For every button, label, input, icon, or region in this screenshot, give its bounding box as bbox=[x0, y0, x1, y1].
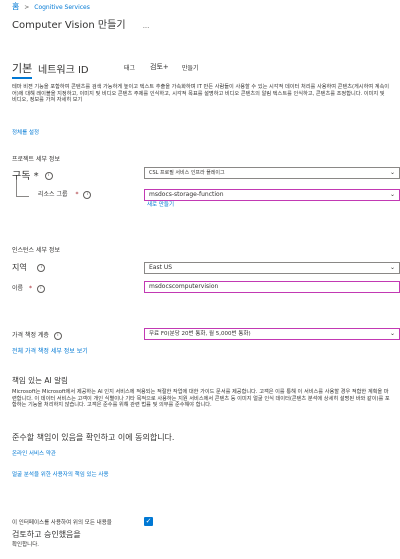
online-services-terms-link[interactable]: 온라인 서비스 약관 bbox=[12, 451, 56, 458]
tab-bar: 기본 네트워크 ID 태그 검토+ 만들기 bbox=[12, 60, 400, 79]
info-icon[interactable]: i bbox=[36, 284, 45, 293]
chevron-down-icon: ⌄ bbox=[389, 191, 395, 198]
required-asterisk: * bbox=[28, 285, 32, 292]
info-icon[interactable]: i bbox=[44, 172, 53, 180]
responsible-ai-body: Microsoft는 Microsoft에서 제공하는 AI 인지 서비스에 적… bbox=[12, 389, 390, 409]
breadcrumb-separator: > bbox=[24, 4, 30, 11]
name-label-row: 이름 * i bbox=[12, 283, 45, 293]
subscription-select[interactable]: CSL 프로필 서비스 인프라 플레이그 ⌄ bbox=[144, 167, 400, 179]
breadcrumb: 홈 > Cognitive Services bbox=[12, 3, 90, 12]
chevron-down-icon: ⌄ bbox=[389, 169, 395, 176]
tab-tags[interactable]: 태그 bbox=[124, 63, 135, 72]
name-input[interactable]: msdocscomputervision bbox=[144, 281, 400, 293]
more-options-button[interactable]: ... bbox=[143, 22, 150, 30]
region-label-row: 지역 i bbox=[12, 262, 46, 273]
resource-group-value: msdocs-storage-function bbox=[149, 191, 224, 198]
chevron-down-icon: ⌄ bbox=[389, 330, 395, 337]
page-title: Computer Vision 만들기 ... bbox=[12, 16, 149, 31]
region-value: East US bbox=[149, 264, 173, 271]
info-icon[interactable]: i bbox=[53, 331, 62, 340]
resource-group-label: 리소스 그룹 bbox=[38, 191, 68, 198]
tab-create[interactable]: 만들기 bbox=[182, 63, 199, 72]
pricing-tier-value: 무료 F0(분당 20번 통화, 월 5,000번 통화) bbox=[149, 331, 251, 337]
project-details-heading: 프로젝트 세부 정보 bbox=[12, 156, 60, 163]
acknowledgement-line3: 확인합니다. bbox=[12, 542, 40, 548]
region-label: 지역 bbox=[12, 263, 27, 272]
region-select[interactable]: East US ⌄ bbox=[144, 262, 400, 274]
acknowledgement-line1: 이 인터페이스를 사용하여 위의 모든 내용을 bbox=[12, 520, 112, 526]
tab-network-id[interactable]: 네트워크 ID bbox=[38, 61, 89, 76]
pricing-tier-label: 가격 책정 계층 bbox=[12, 332, 49, 339]
checkmark-icon: ✓ bbox=[145, 517, 152, 525]
acknowledgement-line2: 검토하고 승인했음을 bbox=[12, 530, 81, 539]
required-asterisk: * bbox=[75, 191, 79, 198]
tab-basics[interactable]: 기본 bbox=[12, 60, 33, 79]
chevron-down-icon: ⌄ bbox=[389, 264, 395, 271]
learn-more-link[interactable]: 정체를 설정 bbox=[12, 130, 39, 137]
breadcrumb-home[interactable]: 홈 bbox=[12, 2, 19, 11]
create-new-resource-group-link[interactable]: 새로 만들기 bbox=[147, 202, 174, 209]
resource-group-select[interactable]: msdocs-storage-function ⌄ bbox=[144, 189, 400, 201]
name-label: 이름 bbox=[12, 285, 24, 292]
tree-connector bbox=[16, 180, 29, 197]
instance-details-heading: 인스턴스 세부 정보 bbox=[12, 247, 60, 254]
name-value: msdocscomputervision bbox=[149, 283, 219, 290]
pricing-tier-label-row: 가격 책정 계층 i bbox=[12, 330, 62, 340]
pricing-tier-select[interactable]: 무료 F0(분당 20번 통화, 월 5,000번 통화) ⌄ bbox=[144, 328, 400, 340]
view-pricing-details-link[interactable]: 전체 가격 책정 세부 정보 보기 bbox=[12, 348, 88, 356]
subscription-value: CSL 프로필 서비스 인프라 플레이그 bbox=[149, 170, 225, 176]
acknowledgement-checkbox[interactable]: ✓ bbox=[144, 517, 153, 526]
breadcrumb-cognitive-services[interactable]: Cognitive Services bbox=[34, 4, 90, 11]
info-icon[interactable]: i bbox=[83, 190, 92, 199]
tab-review[interactable]: 검토+ bbox=[150, 62, 169, 72]
responsible-ai-agreement: 준수할 책임이 있음을 확인하고 이에 동의합니다. bbox=[12, 433, 175, 442]
resource-group-label-row: 리소스 그룹 * i bbox=[38, 189, 92, 199]
info-icon[interactable]: i bbox=[37, 263, 46, 272]
responsible-use-face-link[interactable]: 얼굴 분석을 위한 사용자의 책임 있는 사용 bbox=[12, 472, 109, 479]
intro-description: 테마 비젼 기능을 포함하여 콘텐츠를 검색 가능하게 높이고 텍스트 추출을 … bbox=[12, 84, 390, 104]
page-title-text: Computer Vision 만들기 bbox=[12, 20, 126, 31]
responsible-ai-heading: 책임 있는 AI 알림 bbox=[12, 376, 68, 385]
